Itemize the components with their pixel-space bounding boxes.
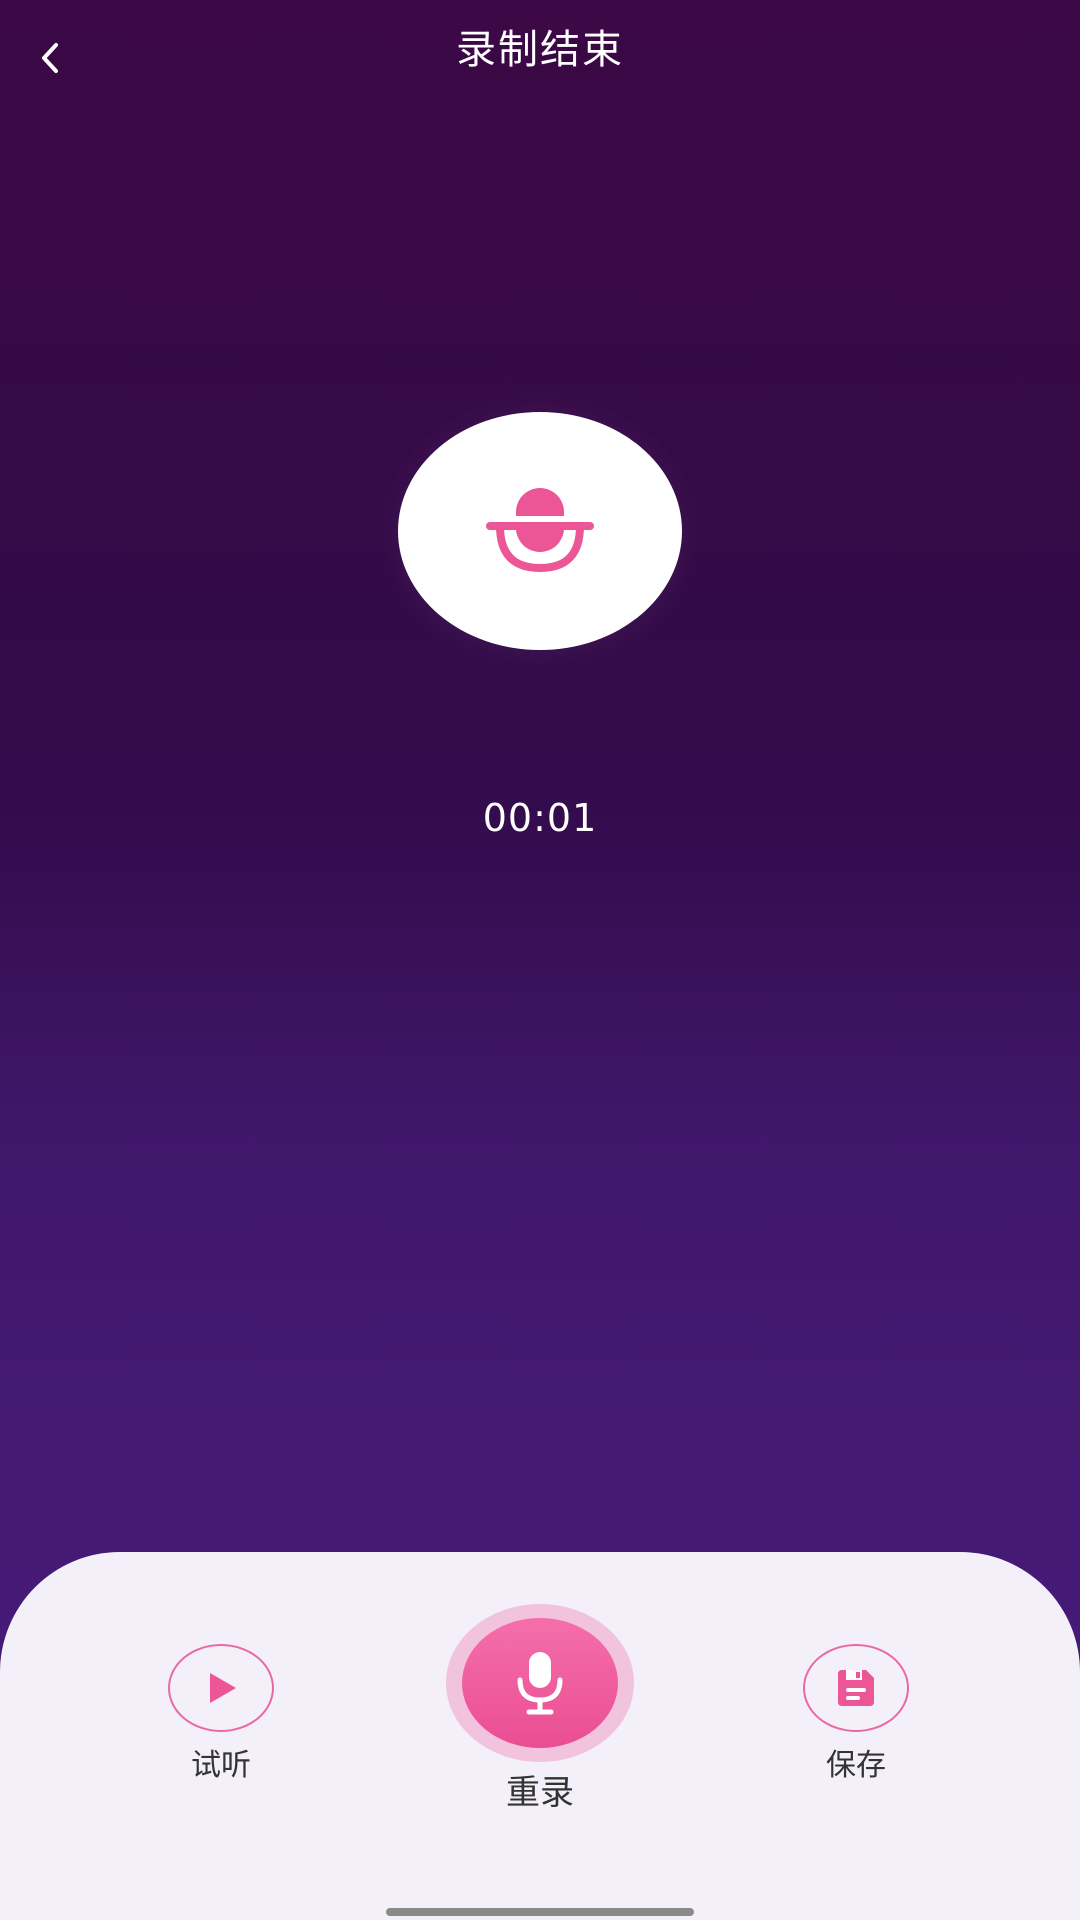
recording-mic-disc (398, 412, 682, 650)
elapsed-time: 00:01 (482, 796, 598, 840)
page-title: 录制结束 (456, 27, 624, 73)
preview-label: 试听 (191, 1748, 251, 1783)
play-icon (210, 1673, 236, 1703)
recording-finished-screen: 录制结束 00:01 试听 重录 保存 (0, 0, 1080, 1920)
rerecord-button-core (462, 1618, 618, 1748)
microphone-icon (517, 1652, 563, 1715)
save-label: 保存 (826, 1748, 886, 1783)
microphone-icon (486, 488, 594, 573)
rerecord-button[interactable]: 重录 (446, 1604, 634, 1816)
save-icon (838, 1670, 874, 1706)
preview-button-ring (168, 1644, 274, 1732)
rerecord-button-halo (446, 1604, 634, 1762)
save-button-ring (803, 1644, 909, 1732)
preview-button[interactable]: 试听 (168, 1644, 274, 1786)
home-indicator[interactable] (386, 1908, 694, 1916)
rerecord-label: 重录 (506, 1773, 574, 1813)
save-button[interactable]: 保存 (803, 1644, 909, 1786)
